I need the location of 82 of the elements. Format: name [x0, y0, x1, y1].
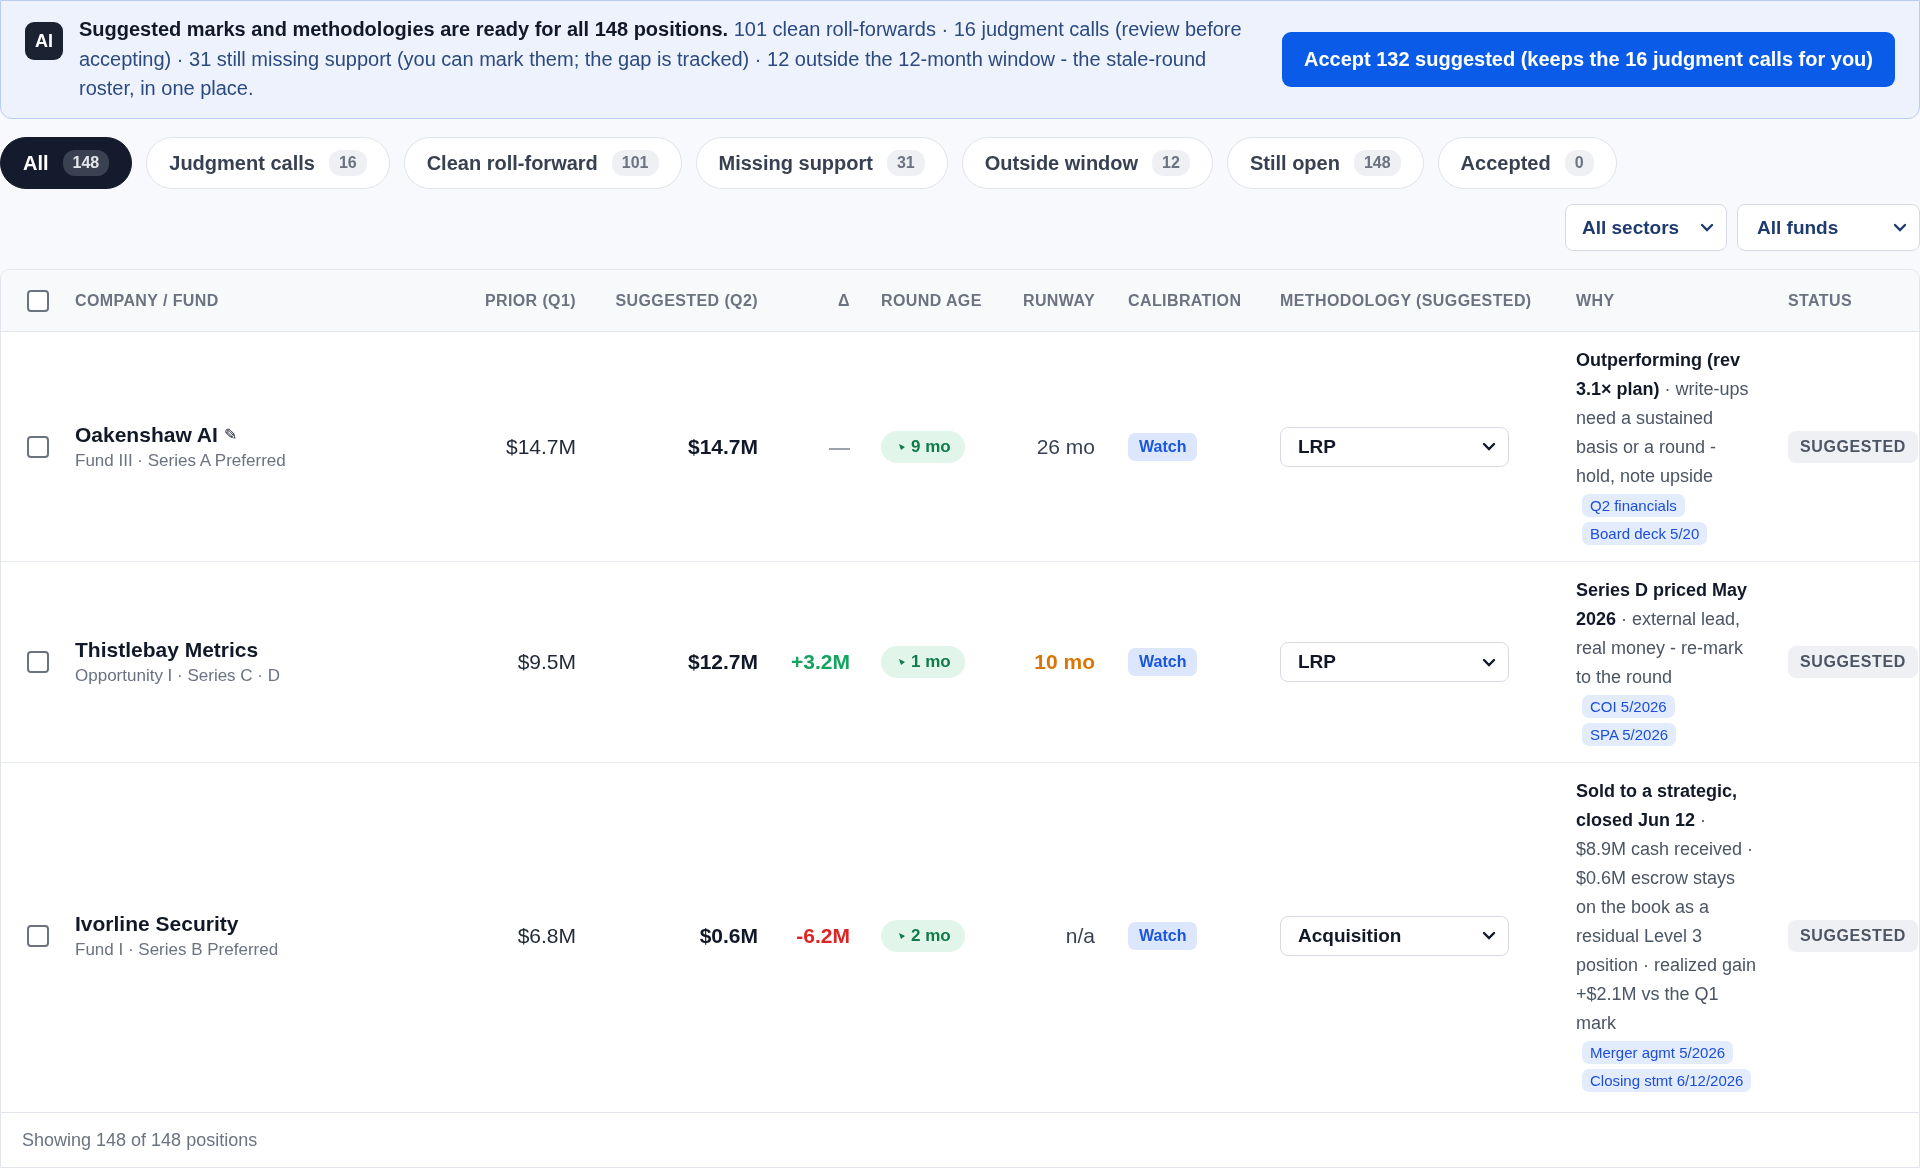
calibration-tag: Watch	[1128, 432, 1198, 461]
evidence-tag[interactable]: Q2 financials	[1582, 494, 1685, 517]
calibration-tag: Watch	[1128, 648, 1198, 676]
caret-icon	[1482, 657, 1496, 667]
column-header: STATUS	[1787, 290, 1854, 311]
edit-mark[interactable]: ✎	[223, 425, 237, 444]
prior-value: $9.5M	[517, 650, 576, 674]
rationale-text: Series D priced May 2026 · external lead, real money - re-mark to the round	[1576, 579, 1749, 689]
banner-message: Suggested marks and methodologies are ready for all 148 positions. 101 clean roll-forwards · 16 judgment calls (review before accepting) · 31 still missing support (you can mark them; the gap is tracked) · 12 outside the 12-month window - the stale-round roster, in one place.	[79, 17, 1243, 102]
status-badge: SUGGESTED	[1788, 430, 1918, 463]
fund-detail: Fund I · Series B Preferred	[75, 939, 279, 960]
footer-count: Showing 148 of 148 positions	[22, 1129, 258, 1151]
count-badge: 0	[1564, 150, 1594, 176]
count-badge: 31	[886, 150, 925, 176]
filter-tab[interactable]: Outside window 12	[961, 137, 1213, 189]
row-checkbox[interactable]	[27, 924, 49, 947]
evidence-tag[interactable]: SPA 5/2026	[1582, 723, 1677, 746]
filter-tab[interactable]: All 148	[0, 137, 133, 189]
column-header: Δ	[837, 290, 850, 311]
filter-tab[interactable]: Judgment calls 16	[146, 137, 390, 189]
row-checkbox[interactable]	[27, 435, 49, 458]
runway-value: n/a	[1065, 923, 1095, 948]
suggested-value: $0.6M	[699, 923, 758, 948]
count-badge: 148	[62, 150, 110, 176]
count-badge: 12	[1152, 150, 1190, 176]
round-age-chip: 9 mo	[881, 430, 965, 463]
status-badge: SUGGESTED	[1788, 919, 1918, 952]
column-header: METHODOLOGY (SUGGESTED)	[1279, 290, 1532, 311]
status-badge: SUGGESTED	[1788, 646, 1918, 678]
rationale-text: Outperforming (rev 3.1× plan) · write-ups need a sustained basis or a round - hold, note upside	[1576, 349, 1750, 488]
filter-tab[interactable]: Clean roll-forward 101	[403, 137, 682, 189]
round-age-chip: 2 mo	[881, 919, 965, 952]
methodology-dropdown[interactable]: LRP	[1280, 642, 1509, 682]
rationale-text: Sold to a strategic, closed Jun 12 · $8.9M cash received · $0.6M escrow stays on the book as a residual Level 3 position · realized gain +$2.1M vs the Q1 mark	[1576, 780, 1758, 1035]
delta-value: +3.2M	[791, 650, 850, 674]
runway-value: 10 mo	[1034, 650, 1095, 674]
filter-tab[interactable]: Still open 148	[1226, 137, 1424, 189]
column-header: ROUND AGE	[880, 290, 983, 311]
prior-value: $6.8M	[517, 923, 576, 948]
methodology-dropdown[interactable]: Acquisition	[1280, 915, 1509, 956]
company-name[interactable]: Ivorline Security	[75, 911, 239, 936]
ai-badge: AI	[25, 22, 63, 60]
tick-icon	[899, 659, 905, 665]
column-header: CALIBRATION	[1127, 290, 1243, 311]
count-badge: 148	[1353, 150, 1401, 176]
accept-button[interactable]: Accept 132 suggested (keeps the 16 judgment calls for you)	[1281, 32, 1895, 87]
evidence-tag[interactable]: COI 5/2026	[1582, 695, 1675, 718]
caret-icon	[1700, 223, 1714, 232]
company-name[interactable]: Thistlebay Metrics	[75, 638, 259, 662]
caret-icon	[1482, 442, 1496, 451]
filter-tab[interactable]: Missing support 31	[695, 137, 948, 189]
filter-dropdown[interactable]: All sectors	[1565, 204, 1727, 251]
evidence-tag[interactable]: Closing stmt 6/12/2026	[1582, 1069, 1752, 1092]
column-header: RUNWAY	[1021, 290, 1096, 311]
count-badge: 101	[611, 150, 659, 176]
methodology-dropdown[interactable]: LRP	[1280, 426, 1509, 467]
caret-icon	[1893, 223, 1907, 232]
fund-detail: Opportunity I · Series C · D	[75, 666, 280, 686]
delta-value: -6.2M	[796, 923, 850, 948]
suggested-value: $12.7M	[687, 650, 758, 674]
evidence-tag[interactable]: Board deck 5/20	[1582, 522, 1708, 545]
column-header: PRIOR (Q1)	[483, 290, 576, 311]
column-header: WHY	[1575, 290, 1616, 311]
delta-value: —	[829, 434, 850, 459]
column-header: SUGGESTED (Q2)	[614, 290, 758, 311]
select-all-checkbox[interactable]	[27, 289, 49, 312]
column-header: COMPANY / FUND	[75, 290, 220, 311]
company-name[interactable]: Oakenshaw AI	[75, 422, 218, 447]
suggested-value: $14.7M	[687, 434, 758, 459]
tick-icon	[899, 443, 905, 450]
calibration-tag: Watch	[1128, 921, 1198, 950]
tick-icon	[899, 932, 905, 939]
round-age-chip: 1 mo	[881, 646, 965, 678]
filter-tab[interactable]: Accepted 0	[1437, 137, 1617, 189]
filter-dropdown[interactable]: All funds	[1737, 204, 1920, 251]
evidence-tag[interactable]: Merger agmt 5/2026	[1582, 1041, 1734, 1064]
prior-value: $14.7M	[505, 434, 576, 459]
caret-icon	[1482, 931, 1496, 940]
runway-value: 26 mo	[1036, 434, 1095, 459]
row-checkbox[interactable]	[27, 651, 49, 673]
count-badge: 16	[328, 150, 367, 176]
fund-detail: Fund III · Series A Preferred	[75, 450, 286, 471]
